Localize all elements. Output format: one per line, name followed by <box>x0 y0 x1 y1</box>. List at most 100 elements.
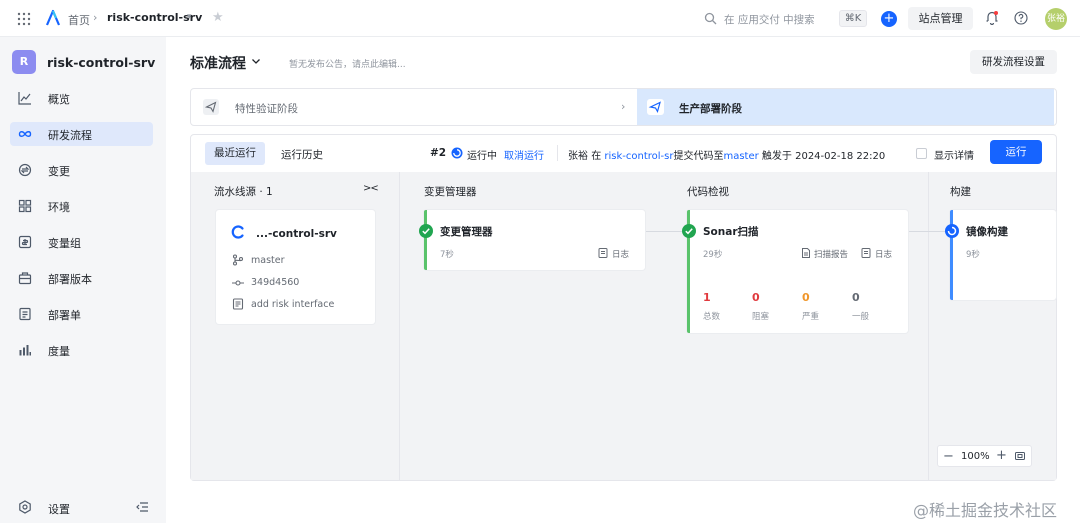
send-icon <box>647 99 664 115</box>
infinity-icon <box>18 127 32 141</box>
source-commit-message: add risk interface <box>251 299 335 310</box>
document-icon <box>18 307 32 321</box>
app-grid-icon[interactable] <box>17 12 31 26</box>
running-status-icon <box>451 147 463 159</box>
metric-label-normal: 一般 <box>852 312 870 322</box>
job-connector <box>645 231 684 232</box>
sidebar-item-overview[interactable]: 概览 <box>10 86 153 110</box>
job-name: 镜像构建 <box>966 226 1008 238</box>
log-icon <box>598 248 608 258</box>
search-icon[interactable] <box>704 12 717 25</box>
show-detail-label[interactable]: 显示详情 <box>934 147 974 162</box>
run-button[interactable]: 运行 <box>990 140 1042 164</box>
chart-line-icon <box>18 91 32 105</box>
run-number: #2 <box>430 147 447 159</box>
variable-icon <box>18 235 32 249</box>
bell-icon[interactable] <box>985 10 999 25</box>
metric-value-total: 1 <box>703 291 711 304</box>
sidebar-item-dev-flow[interactable]: 研发流程 <box>10 122 153 146</box>
commit-icon <box>232 277 244 289</box>
job-duration: 29秒 <box>703 250 723 260</box>
run-status: 运行中 <box>467 151 497 162</box>
cancel-run-link[interactable]: 取消运行 <box>504 147 544 162</box>
log-link[interactable]: 日志 <box>612 248 629 260</box>
site-manage-button[interactable]: 站点管理 <box>908 7 973 30</box>
column-divider <box>399 172 400 480</box>
sidebar-item-deploy-version[interactable]: 部署版本 <box>10 266 153 290</box>
report-icon <box>801 248 811 258</box>
log-link[interactable]: 日志 <box>875 248 892 260</box>
run-at-text: 在 <box>591 151 602 162</box>
success-check-icon <box>682 224 696 238</box>
chevron-down-icon[interactable] <box>250 55 262 67</box>
sidebar-item-label: 变更 <box>48 165 70 178</box>
star-icon[interactable]: ★ <box>212 10 224 25</box>
breadcrumb-separator-icon: › <box>93 11 98 24</box>
tab-run-history[interactable]: 运行历史 <box>281 147 323 162</box>
zoom-in-icon[interactable]: + <box>996 448 1007 463</box>
chevron-right-icon: › <box>621 100 626 113</box>
collapse-column-icon[interactable]: >< <box>363 183 379 194</box>
sidebar-item-settings[interactable]: 设置 <box>48 501 70 517</box>
job-connector <box>908 231 950 232</box>
run-trigger-info: 张裕 在 risk-control-sr提交代码至master 触发于 2024… <box>568 147 885 162</box>
send-icon <box>203 99 219 115</box>
repo-link[interactable]: risk-control-sr <box>604 151 673 162</box>
sidebar-item-variable-group[interactable]: 变量组 <box>10 230 153 254</box>
change-icon <box>18 163 32 177</box>
project-name[interactable]: risk-control-srv <box>47 55 155 70</box>
show-detail-checkbox[interactable] <box>916 148 927 159</box>
branch-link[interactable]: master <box>723 151 758 162</box>
add-button[interactable]: + <box>881 11 897 27</box>
watermark: @稀土掘金技术社区 <box>913 501 1058 520</box>
stage-feature-validation[interactable]: 特性验证阶段 <box>235 101 298 116</box>
breadcrumb-home[interactable]: 首页 <box>68 12 90 28</box>
collapse-sidebar-icon[interactable] <box>135 500 149 514</box>
scan-report-link[interactable]: 扫描报告 <box>814 248 848 260</box>
run-action: 提交代码至 <box>673 151 724 162</box>
logo-icon[interactable] <box>44 9 62 27</box>
flow-settings-button[interactable]: 研发流程设置 <box>970 50 1057 74</box>
source-branch: master <box>251 255 285 266</box>
sidebar-item-label: 概览 <box>48 93 70 106</box>
metric-label-critical: 严重 <box>802 312 820 322</box>
settings-icon[interactable] <box>18 500 32 514</box>
sidebar-item-env[interactable]: 环境 <box>10 194 153 218</box>
search-input[interactable]: 在 应用交付 中搜索 <box>724 12 815 27</box>
sidebar-item-metrics[interactable]: 度量 <box>10 338 153 362</box>
running-status-icon <box>945 224 959 238</box>
announcement-text[interactable]: 暂无发布公告，请点此编辑... <box>289 57 406 70</box>
help-icon[interactable] <box>1014 11 1028 25</box>
tab-recent-runs[interactable]: 最近运行 <box>205 142 265 165</box>
job-name: 变更管理器 <box>440 226 493 238</box>
column-title-build: 构建 <box>950 186 971 198</box>
page-title[interactable]: 标准流程 <box>190 53 246 73</box>
divider <box>557 145 558 161</box>
source-repo-name[interactable]: ...-control-srv <box>256 228 337 240</box>
shortcut-badge: ⌘K <box>839 10 867 27</box>
column-title-change-manager: 变更管理器 <box>424 186 477 198</box>
metric-value-blocker: 0 <box>752 291 760 304</box>
job-card-change-manager[interactable] <box>424 210 645 270</box>
avatar[interactable]: 张裕 <box>1045 8 1067 30</box>
sidebar-item-deploy-order[interactable]: 部署单 <box>10 302 153 326</box>
job-duration: 7秒 <box>440 250 454 260</box>
chevron-down-icon[interactable]: ▾ <box>187 12 192 22</box>
fit-view-icon[interactable] <box>1015 451 1025 461</box>
run-user: 张裕 <box>568 151 588 162</box>
zoom-out-icon[interactable]: − <box>943 449 954 464</box>
job-duration: 9秒 <box>966 250 980 260</box>
column-divider <box>928 172 929 480</box>
metric-value-normal: 0 <box>852 291 860 304</box>
sidebar-item-label: 度量 <box>48 345 70 358</box>
sidebar-item-label: 部署版本 <box>48 273 92 286</box>
sidebar-item-change[interactable]: 变更 <box>10 158 153 182</box>
job-status-bar <box>424 210 427 270</box>
source-commit: 349d4560 <box>251 277 300 288</box>
package-icon <box>18 271 32 285</box>
success-check-icon <box>419 224 433 238</box>
sidebar-item-label: 部署单 <box>48 309 81 322</box>
message-icon <box>232 298 244 310</box>
sidebar-item-label: 研发流程 <box>48 129 92 142</box>
job-name: Sonar扫描 <box>703 226 759 238</box>
